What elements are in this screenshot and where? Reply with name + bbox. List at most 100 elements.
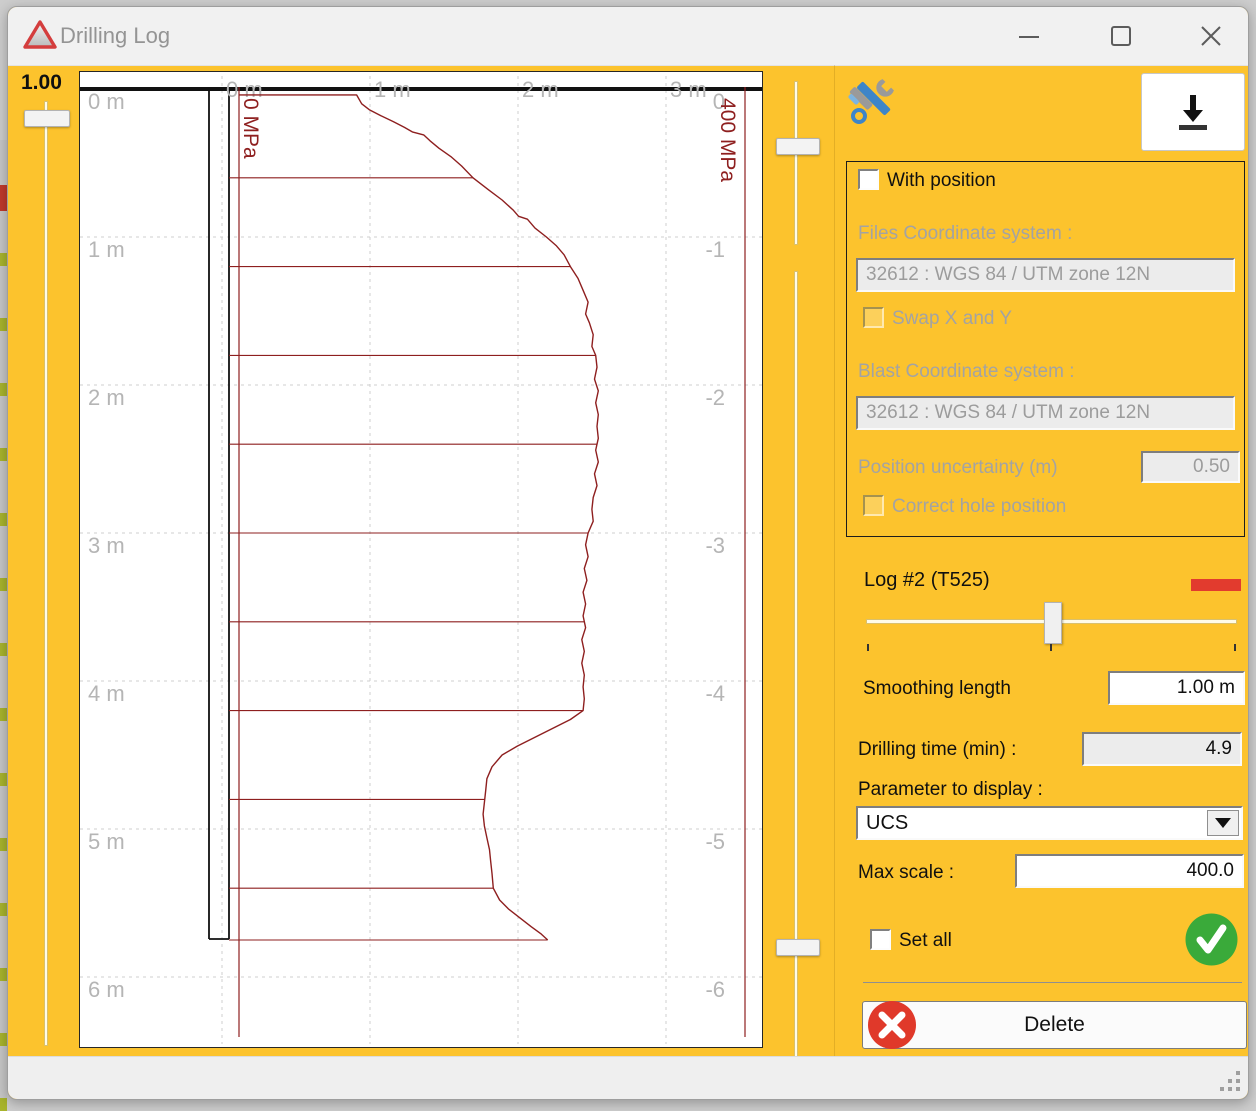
background-artifact — [0, 448, 7, 461]
depth-zoom-slider-track[interactable] — [794, 81, 798, 245]
max-scale-label: Max scale : — [858, 862, 954, 884]
log-title: Log #2 (T525) — [864, 569, 990, 592]
depth-pan-slider-handle[interactable] — [776, 939, 820, 956]
axis-label: 0 m — [88, 89, 125, 114]
blast-cs-dropdown[interactable]: 32612 : WGS 84 / UTM zone 12N — [856, 396, 1235, 430]
files-cs-label: Files Coordinate system : — [858, 223, 1072, 245]
max-scale-input[interactable]: 400.0 — [1015, 854, 1244, 888]
axis-label: 2 m — [522, 77, 559, 102]
axis-label: -3 — [705, 533, 725, 558]
resize-grip[interactable] — [1220, 1087, 1224, 1091]
axis-label: 3 m — [88, 533, 125, 558]
background-artifact — [0, 1098, 7, 1111]
left-slider-track[interactable] — [44, 101, 48, 1046]
background-artifact — [0, 838, 7, 851]
with-position-label: With position — [887, 170, 996, 192]
background-artifact — [0, 643, 7, 656]
background-artifact — [0, 708, 7, 721]
axis-label: -5 — [705, 829, 725, 854]
download-export-button[interactable] — [1141, 73, 1245, 151]
app-logo-triangle-icon — [22, 18, 58, 52]
axis-label: 2 m — [88, 385, 125, 410]
resize-grip[interactable] — [1228, 1079, 1232, 1083]
drilling-time-label: Drilling time (min) : — [858, 739, 1016, 761]
log-slider-tick — [867, 644, 869, 651]
resize-grip[interactable] — [1236, 1079, 1240, 1083]
drilling-time-value: 4.9 — [1206, 738, 1232, 760]
parameter-label: Parameter to display : — [858, 779, 1043, 801]
blast-cs-value: 32612 : WGS 84 / UTM zone 12N — [866, 402, 1150, 424]
chevron-down-icon — [1215, 818, 1231, 828]
background-app-strip — [0, 140, 7, 1106]
set-all-label: Set all — [899, 930, 952, 952]
background-artifact — [0, 773, 7, 786]
max-scale-value: 400.0 — [1186, 860, 1234, 882]
position-uncertainty-label: Position uncertainty (m) — [858, 457, 1058, 479]
axis-label: 1 m — [374, 77, 411, 102]
smoothing-input[interactable]: 1.00 m — [1108, 671, 1245, 705]
axis-label: -1 — [705, 237, 725, 262]
background-artifact — [0, 383, 7, 396]
drilling-time-field: 4.9 — [1082, 732, 1242, 766]
depth-zoom-slider-handle[interactable] — [776, 138, 820, 155]
left-scale-value: 1.00 — [21, 71, 62, 95]
files-cs-dropdown[interactable]: 32612 : WGS 84 / UTM zone 12N — [856, 258, 1235, 292]
maximize-button[interactable] — [1092, 7, 1150, 65]
close-icon — [1199, 24, 1223, 48]
left-slider-handle[interactable] — [24, 110, 70, 127]
parameter-combobox[interactable]: UCS — [856, 806, 1243, 840]
position-uncertainty-field[interactable]: 0.50 — [1141, 451, 1240, 483]
minimize-button[interactable] — [1000, 7, 1058, 65]
divider — [863, 982, 1242, 983]
log-slider-tick — [1234, 644, 1236, 651]
background-artifact — [0, 968, 7, 981]
parameter-dropdown-button[interactable] — [1207, 810, 1239, 836]
drilling-log-chart: 0 m1 m2 m3 m0 m1 m2 m3 m4 m5 m6 m0-1-2-3… — [79, 71, 763, 1048]
close-button[interactable] — [1182, 7, 1240, 65]
axis-label: 5 m — [88, 829, 125, 854]
axis-label: -6 — [705, 977, 725, 1002]
delete-button[interactable]: Delete — [862, 1001, 1247, 1049]
resize-grip[interactable] — [1228, 1087, 1232, 1091]
window-title: Drilling Log — [60, 7, 170, 65]
axis-label: -4 — [705, 681, 725, 706]
apply-confirm-button[interactable] — [1185, 913, 1238, 966]
log-slider-handle[interactable] — [1044, 602, 1062, 644]
minimize-icon — [1017, 24, 1041, 48]
files-cs-value: 32612 : WGS 84 / UTM zone 12N — [866, 264, 1150, 286]
set-all-checkbox[interactable] — [870, 929, 891, 950]
swap-xy-checkbox[interactable] — [863, 307, 884, 328]
delete-x-icon — [867, 1000, 917, 1050]
resize-grip[interactable] — [1236, 1087, 1240, 1091]
smoothing-label: Smoothing length — [863, 678, 1011, 700]
background-artifact — [0, 253, 7, 266]
axis-label: 4 m — [88, 681, 125, 706]
tools-settings-icon[interactable] — [846, 73, 902, 129]
download-icon — [1171, 90, 1215, 134]
chart-canvas: 0 m1 m2 m3 m0 m1 m2 m3 m4 m5 m6 m0-1-2-3… — [80, 72, 762, 1047]
blast-cs-label: Blast Coordinate system : — [858, 361, 1074, 383]
axis-label: -2 — [705, 385, 725, 410]
log-slider-tick — [1050, 644, 1052, 651]
background-artifact — [0, 1033, 7, 1046]
background-artifact — [0, 513, 7, 526]
axis-label: 6 m — [88, 977, 125, 1002]
background-artifact — [0, 578, 7, 591]
parameter-value: UCS — [866, 812, 908, 835]
axis-label: 1 m — [88, 237, 125, 262]
correct-hole-checkbox[interactable] — [863, 495, 884, 516]
position-uncertainty-value: 0.50 — [1193, 456, 1230, 478]
maximize-icon — [1109, 24, 1133, 48]
axis-label: 400 MPa — [716, 98, 739, 182]
axis-label: 0 MPa — [239, 98, 262, 159]
drilling-log-window: Drilling Log 1.00 0 m1 m2 m3 m0 m1 m2 m3… — [7, 6, 1249, 1100]
delete-button-label: Delete — [1024, 1013, 1085, 1037]
background-artifact — [0, 903, 7, 916]
correct-hole-label: Correct hole position — [892, 496, 1066, 518]
resize-grip[interactable] — [1236, 1071, 1240, 1075]
title-bar[interactable]: Drilling Log — [8, 7, 1248, 66]
swap-xy-label: Swap X and Y — [892, 308, 1012, 330]
with-position-checkbox[interactable] — [858, 169, 879, 190]
status-bar — [8, 1056, 1248, 1099]
axis-label: 3 m — [670, 77, 707, 102]
